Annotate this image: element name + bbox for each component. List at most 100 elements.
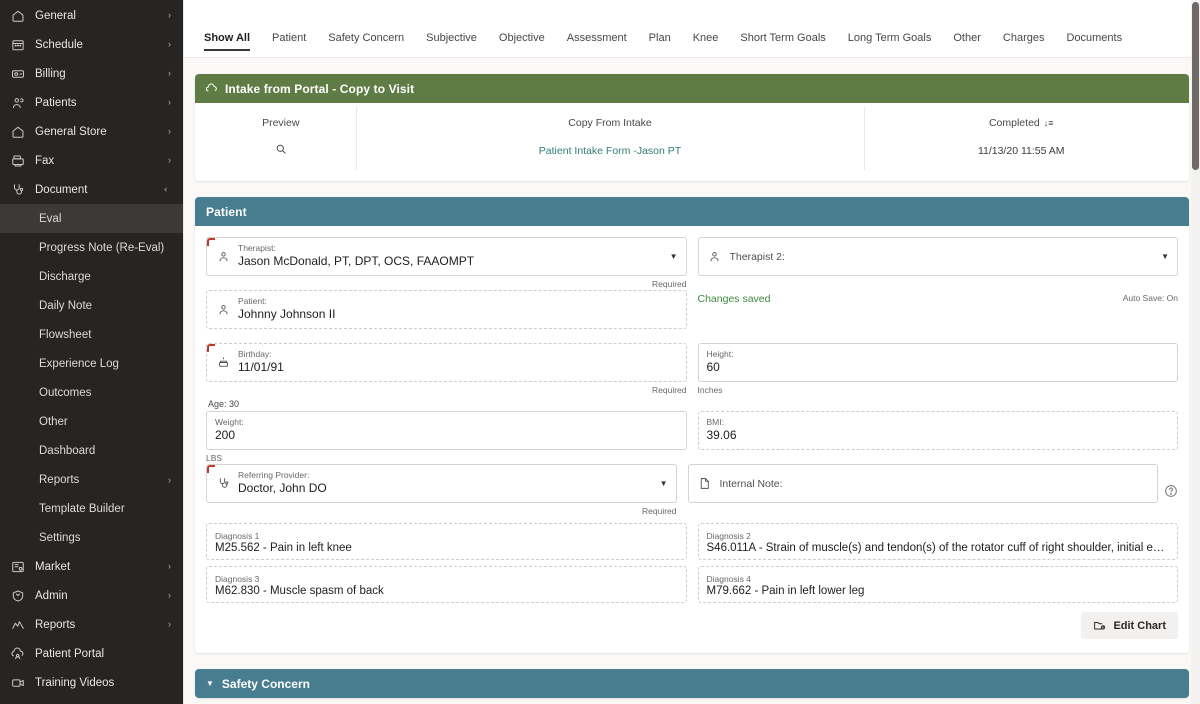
birthday-input[interactable]: Birthday: 11/01/91 <box>206 343 687 382</box>
chevron-right-icon[interactable]: › <box>168 620 171 629</box>
store-icon <box>9 123 26 140</box>
scrollbar-thumb[interactable] <box>1192 2 1199 170</box>
internal-note-helper <box>688 506 1159 517</box>
patient-name-col: Patient: Johnny Johnson II <box>206 290 687 343</box>
sidebar-item-patients[interactable]: Patients› <box>0 88 183 117</box>
patient-field-wrap: Patient: Johnny Johnson II <box>206 290 687 343</box>
height-value: 60 <box>707 360 1170 376</box>
sidebar-item-fax[interactable]: Fax› <box>0 146 183 175</box>
sidebar-subitem-progress-note-re-eval[interactable]: Progress Note (Re-Eval) <box>0 233 183 262</box>
sidebar-item-document[interactable]: Document⌄ <box>0 175 183 204</box>
chevron-right-icon[interactable]: › <box>168 475 171 485</box>
birthday-value: 11/01/91 <box>238 360 678 376</box>
birthday-label: Birthday: <box>238 350 678 360</box>
diagnosis-3-field[interactable]: Diagnosis 3M62.830 - Muscle spasm of bac… <box>206 566 687 603</box>
chevron-right-icon[interactable]: › <box>168 127 171 136</box>
diagnosis-col: Diagnosis 1M25.562 - Pain in left knee <box>206 523 687 560</box>
sidebar-item-schedule[interactable]: Schedule› <box>0 30 183 59</box>
diagnosis-1-value: M25.562 - Pain in left knee <box>215 541 678 557</box>
edit-chart-button[interactable]: Edit Chart <box>1081 612 1178 639</box>
chevron-down-icon[interactable]: ⌄ <box>163 186 172 194</box>
chevron-down-icon[interactable]: ▼ <box>206 679 214 688</box>
sidebar-item-general[interactable]: General› <box>0 1 183 30</box>
patient-name-input[interactable]: Patient: Johnny Johnson II <box>206 290 687 329</box>
search-icon[interactable] <box>275 146 287 158</box>
tab-patient[interactable]: Patient <box>272 32 306 57</box>
sidebar-subitem-eval[interactable]: Eval <box>0 204 183 233</box>
home-icon <box>9 7 26 24</box>
chevron-right-icon[interactable]: › <box>168 11 171 20</box>
sort-descending-icon[interactable]: ↓≡ <box>1044 118 1054 128</box>
safety-concern-header[interactable]: ▼ Safety Concern <box>195 669 1189 698</box>
sidebar-item-label: Market <box>35 561 162 573</box>
bmi-field-wrap: BMI: 39.06 <box>698 411 1179 464</box>
sidebar-subitem-template-builder[interactable]: Template Builder <box>0 494 183 523</box>
diagnosis-4-field[interactable]: Diagnosis 4M79.662 - Pain in left lower … <box>698 566 1179 603</box>
question-circle-icon[interactable] <box>1164 484 1178 498</box>
tab-assessment[interactable]: Assessment <box>567 32 627 57</box>
height-input[interactable]: Height: 60 <box>698 343 1179 382</box>
sidebar-subitem-flowsheet[interactable]: Flowsheet <box>0 320 183 349</box>
sidebar-subitem-discharge[interactable]: Discharge <box>0 262 183 291</box>
tab-subjective[interactable]: Subjective <box>426 32 477 57</box>
chevron-right-icon[interactable]: › <box>168 40 171 49</box>
chevron-right-icon[interactable]: › <box>168 591 171 600</box>
column-header-completed[interactable]: Completed ↓≡ <box>864 107 1178 135</box>
diagnosis-2-field[interactable]: Diagnosis 2S46.011A - Strain of muscle(s… <box>698 523 1179 560</box>
tab-charges[interactable]: Charges <box>1003 32 1045 57</box>
therapist2-field-wrap: Therapist 2: ▼ <box>698 237 1179 290</box>
tab-plan[interactable]: Plan <box>649 32 671 57</box>
sidebar-item-label: Training Videos <box>35 677 171 689</box>
sidebar-item-training-videos[interactable]: Training Videos <box>0 668 183 697</box>
sidebar-item-admin[interactable]: Admin› <box>0 581 183 610</box>
chevron-down-icon[interactable]: ▼ <box>666 252 678 261</box>
referring-provider-helper: Required <box>206 506 677 517</box>
tab-short-term-goals[interactable]: Short Term Goals <box>740 32 825 57</box>
tab-show-all[interactable]: Show All <box>204 32 250 57</box>
sidebar-item-general-store[interactable]: General Store› <box>0 117 183 146</box>
chevron-down-icon[interactable]: ▼ <box>656 479 668 488</box>
sidebar-primary-nav: General›Schedule›Billing›Patients›Genera… <box>0 1 183 204</box>
referring-provider-select[interactable]: Referring Provider: Doctor, John DO ▼ <box>206 464 677 503</box>
height-label: Height: <box>707 350 1170 360</box>
sidebar-subitem-outcomes[interactable]: Outcomes <box>0 378 183 407</box>
chevron-right-icon[interactable]: › <box>168 98 171 107</box>
sidebar-subitem-dashboard[interactable]: Dashboard <box>0 436 183 465</box>
chevron-right-icon[interactable]: › <box>168 156 171 165</box>
therapist-label: Therapist: <box>238 244 660 254</box>
vertical-scrollbar[interactable] <box>1191 0 1200 704</box>
tab-objective[interactable]: Objective <box>499 32 545 57</box>
chevron-right-icon[interactable]: › <box>168 562 171 571</box>
intake-form-link[interactable]: Patient Intake Form -Jason PT <box>539 145 681 157</box>
tab-knee[interactable]: Knee <box>693 32 719 57</box>
tab-safety-concern[interactable]: Safety Concern <box>328 32 404 57</box>
sidebar-item-market[interactable]: Market › <box>0 552 183 581</box>
therapist-select[interactable]: Therapist: Jason McDonald, PT, DPT, OCS,… <box>206 237 687 276</box>
weight-input[interactable]: Weight: 200 <box>206 411 687 450</box>
preview-cell[interactable] <box>206 135 356 170</box>
weight-col: Weight: 200 LBS <box>206 411 687 464</box>
chevron-right-icon[interactable]: › <box>168 69 171 78</box>
column-header-completed-label: Completed <box>989 117 1040 129</box>
sidebar-subitem-reports[interactable]: Reports› <box>0 465 183 494</box>
intake-card-title: Intake from Portal - Copy to Visit <box>225 82 414 96</box>
chevron-down-icon[interactable]: ▼ <box>1157 252 1169 261</box>
sidebar-subitem-experience-log[interactable]: Experience Log <box>0 349 183 378</box>
diagnosis-row: Diagnosis 3M62.830 - Muscle spasm of bac… <box>206 566 1178 603</box>
sidebar-item-patient-portal[interactable]: Patient Portal <box>0 639 183 668</box>
internal-note-input[interactable]: Internal Note: <box>688 464 1159 503</box>
therapist2-select[interactable]: Therapist 2: ▼ <box>698 237 1179 276</box>
diagnosis-1-field[interactable]: Diagnosis 1M25.562 - Pain in left knee <box>206 523 687 560</box>
tab-long-term-goals[interactable]: Long Term Goals <box>848 32 932 57</box>
sidebar-subitem-settings[interactable]: Settings <box>0 523 183 552</box>
sidebar-subitem-label: Template Builder <box>39 503 171 515</box>
sidebar-subitem-daily-note[interactable]: Daily Note <box>0 291 183 320</box>
therapist2-body: Therapist 2: <box>730 251 1152 263</box>
tab-documents[interactable]: Documents <box>1066 32 1122 57</box>
sidebar-item-reports[interactable]: Reports› <box>0 610 183 639</box>
safety-concern-card: ▼ Safety Concern <box>195 669 1189 698</box>
sidebar-subitem-other[interactable]: Other <box>0 407 183 436</box>
tab-other[interactable]: Other <box>953 32 981 57</box>
internal-note-col: Internal Note: <box>688 464 1179 517</box>
sidebar-item-billing[interactable]: Billing› <box>0 59 183 88</box>
